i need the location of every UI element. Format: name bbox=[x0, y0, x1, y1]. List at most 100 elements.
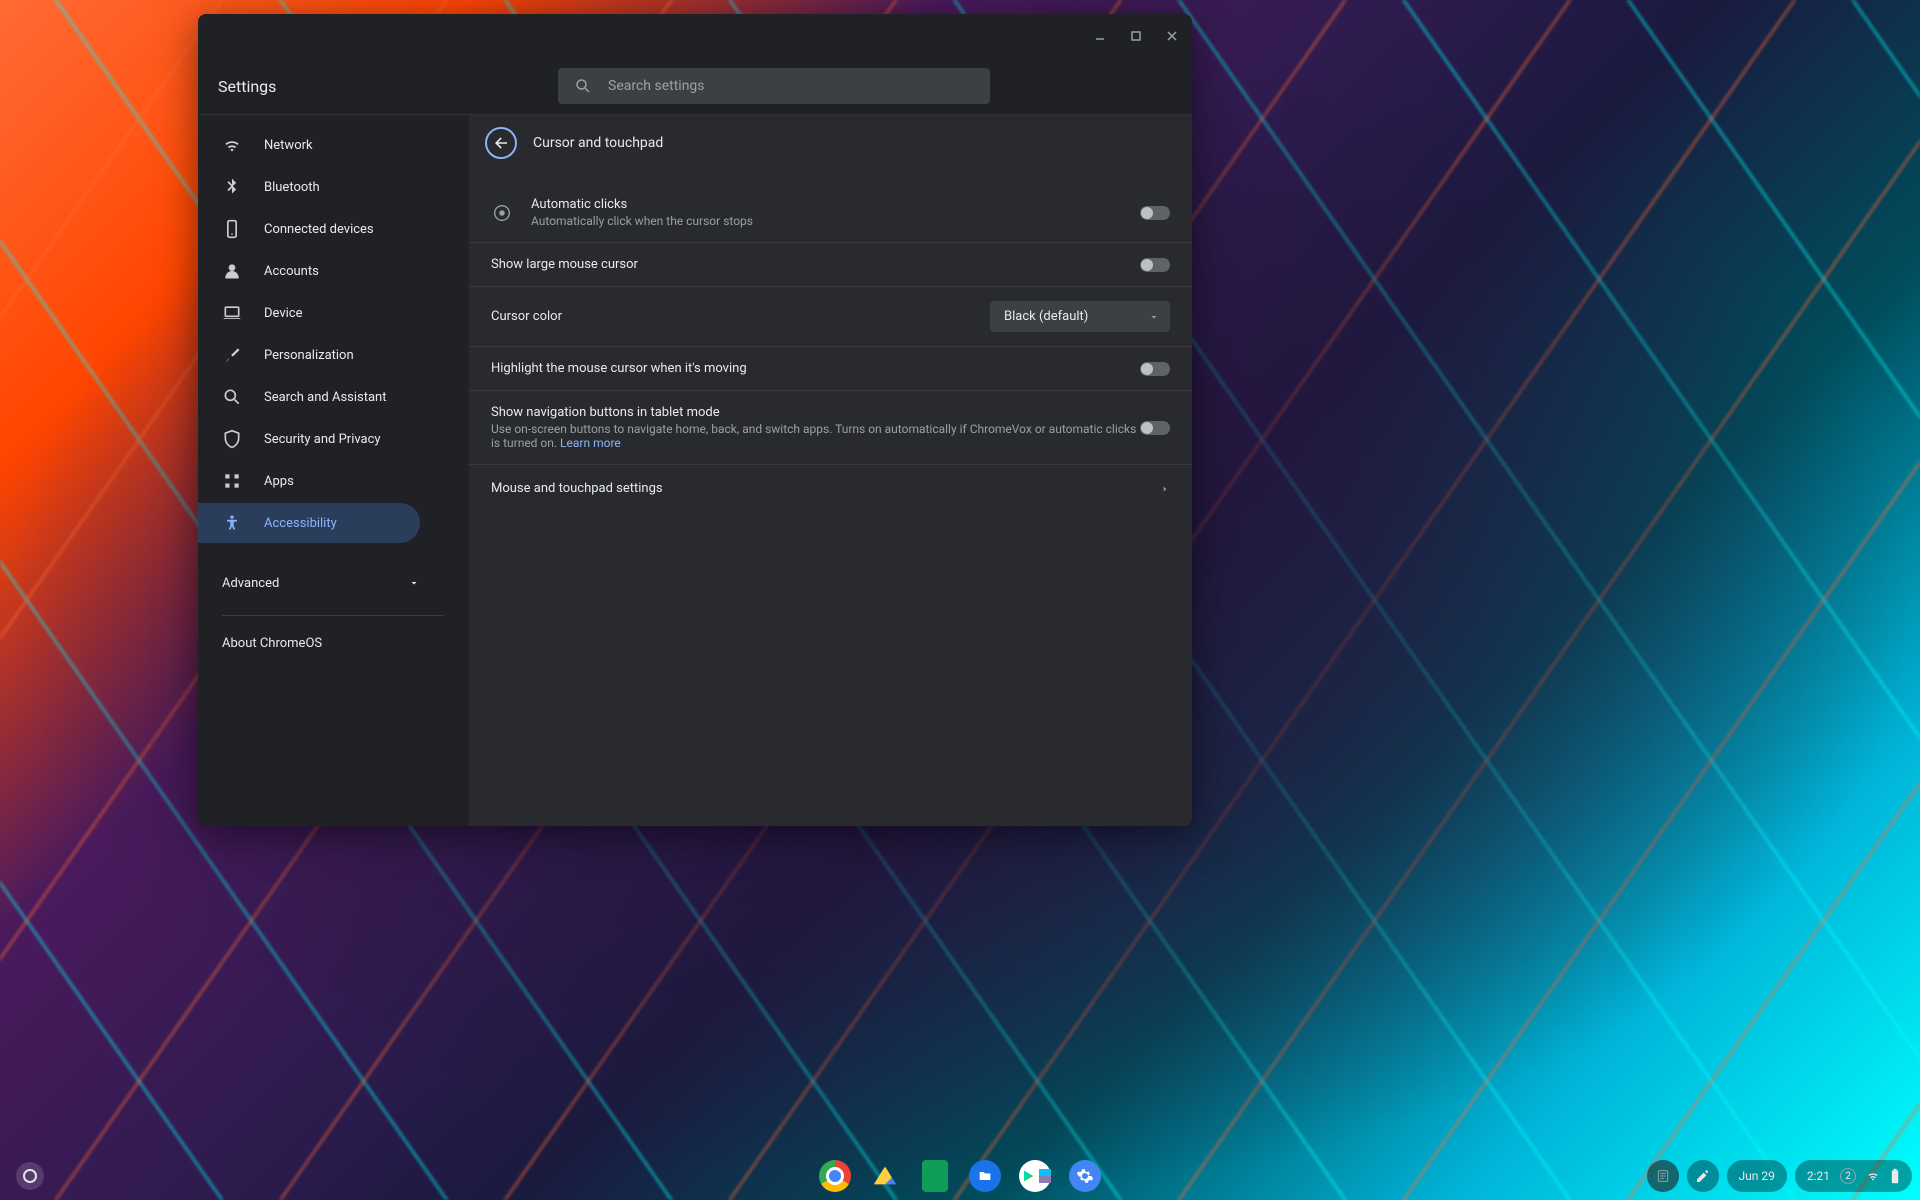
close-button[interactable] bbox=[1160, 24, 1184, 48]
setting-tablet-nav: Show navigation buttons in tablet mode U… bbox=[469, 391, 1192, 465]
search-input[interactable] bbox=[608, 78, 974, 94]
settings-list: Automatic clicks Automatically click whe… bbox=[469, 183, 1192, 512]
laptop-icon bbox=[222, 303, 242, 323]
launcher-button[interactable] bbox=[16, 1162, 44, 1190]
sheets-app-icon[interactable] bbox=[919, 1160, 951, 1192]
sidebar-item-label: Connected devices bbox=[264, 222, 374, 237]
chrome-app-icon[interactable] bbox=[819, 1160, 851, 1192]
sidebar-advanced[interactable]: Advanced bbox=[198, 559, 468, 607]
setting-title: Automatic clicks bbox=[531, 197, 1122, 212]
setting-mouse-touchpad[interactable]: Mouse and touchpad settings bbox=[469, 465, 1192, 512]
drive-app-icon[interactable] bbox=[869, 1160, 901, 1192]
sidebar-item-label: Apps bbox=[264, 474, 294, 489]
arrow-back-icon bbox=[492, 134, 510, 152]
sidebar-item-accounts[interactable]: Accounts bbox=[198, 251, 420, 291]
setting-title: Cursor color bbox=[491, 309, 562, 324]
back-button[interactable] bbox=[485, 127, 517, 159]
maximize-icon bbox=[1130, 30, 1142, 42]
files-app-icon[interactable] bbox=[969, 1160, 1001, 1192]
app-title: Settings bbox=[218, 77, 468, 96]
minimize-button[interactable] bbox=[1088, 24, 1112, 48]
play-store-app-icon[interactable] bbox=[1019, 1160, 1051, 1192]
settings-app-icon[interactable] bbox=[1069, 1160, 1101, 1192]
window-titlebar bbox=[198, 14, 1192, 58]
header-row: Settings bbox=[198, 58, 1192, 114]
minimize-icon bbox=[1094, 30, 1106, 42]
sidebar-item-accessibility[interactable]: Accessibility bbox=[198, 503, 420, 543]
toggle-highlight-cursor[interactable] bbox=[1140, 362, 1170, 376]
setting-highlight-cursor: Highlight the mouse cursor when it's mov… bbox=[469, 347, 1192, 391]
shelf-apps bbox=[819, 1160, 1101, 1192]
maximize-button[interactable] bbox=[1124, 24, 1148, 48]
chevron-right-icon bbox=[1160, 484, 1170, 494]
sidebar-item-personalization[interactable]: Personalization bbox=[198, 335, 420, 375]
sidebar-item-label: Accessibility bbox=[264, 516, 337, 531]
sidebar-item-label: Accounts bbox=[264, 264, 319, 279]
search-box[interactable] bbox=[558, 68, 990, 104]
sidebar-item-label: Bluetooth bbox=[264, 180, 320, 195]
battery-status-icon bbox=[1890, 1168, 1900, 1184]
sidebar-item-label: Search and Assistant bbox=[264, 390, 387, 405]
content-panel: Cursor and touchpad Automatic clicks Aut… bbox=[468, 115, 1192, 826]
search-icon bbox=[222, 387, 242, 407]
wifi-icon bbox=[222, 135, 242, 155]
target-icon bbox=[491, 202, 513, 224]
setting-title: Mouse and touchpad settings bbox=[491, 481, 663, 496]
advanced-label: Advanced bbox=[222, 576, 279, 591]
shield-icon bbox=[222, 429, 242, 449]
bluetooth-icon bbox=[222, 177, 242, 197]
close-icon bbox=[1166, 30, 1178, 42]
learn-more-link[interactable]: Learn more bbox=[560, 436, 621, 450]
sidebar-item-security-privacy[interactable]: Security and Privacy bbox=[198, 419, 420, 459]
sidebar-item-label: Personalization bbox=[264, 348, 354, 363]
cursor-color-select[interactable]: Black (default) bbox=[990, 301, 1170, 332]
sidebar-item-search-assistant[interactable]: Search and Assistant bbox=[198, 377, 420, 417]
window-controls bbox=[1088, 24, 1184, 48]
wifi-status-icon bbox=[1866, 1169, 1880, 1183]
toggle-tablet-nav[interactable] bbox=[1140, 421, 1170, 435]
accessibility-icon bbox=[222, 513, 242, 533]
setting-description: Use on-screen buttons to navigate home, … bbox=[491, 422, 1140, 450]
about-label: About ChromeOS bbox=[222, 636, 322, 651]
sidebar-item-apps[interactable]: Apps bbox=[198, 461, 420, 501]
tote-tray-icon[interactable] bbox=[1647, 1160, 1679, 1192]
setting-cursor-color: Cursor color Black (default) bbox=[469, 287, 1192, 347]
setting-text: Show navigation buttons in tablet mode U… bbox=[491, 405, 1140, 450]
sidebar-item-device[interactable]: Device bbox=[198, 293, 420, 333]
setting-text: Automatic clicks Automatically click whe… bbox=[531, 197, 1122, 228]
shelf: Jun 29 2:21 2 bbox=[0, 1152, 1920, 1200]
settings-window: Settings Network Bluetooth Connected dev… bbox=[198, 14, 1192, 826]
setting-large-cursor: Show large mouse cursor bbox=[469, 243, 1192, 287]
content-header: Cursor and touchpad bbox=[469, 115, 1192, 171]
setting-automatic-clicks: Automatic clicks Automatically click whe… bbox=[469, 183, 1192, 243]
setting-title: Show large mouse cursor bbox=[491, 257, 638, 272]
cursor-color-select-wrap: Black (default) bbox=[990, 301, 1170, 332]
status-tray[interactable]: 2:21 2 bbox=[1795, 1160, 1912, 1192]
sidebar-item-network[interactable]: Network bbox=[198, 125, 420, 165]
shelf-tray: Jun 29 2:21 2 bbox=[1647, 1160, 1912, 1192]
time-text: 2:21 bbox=[1807, 1169, 1830, 1183]
devices-icon bbox=[222, 219, 242, 239]
setting-title: Highlight the mouse cursor when it's mov… bbox=[491, 361, 747, 376]
setting-title: Show navigation buttons in tablet mode bbox=[491, 405, 1140, 420]
window-body: Network Bluetooth Connected devices Acco… bbox=[198, 114, 1192, 826]
person-icon bbox=[222, 261, 242, 281]
sidebar-item-label: Device bbox=[264, 306, 303, 321]
search-icon bbox=[574, 77, 592, 95]
notification-badge: 2 bbox=[1840, 1168, 1856, 1184]
stylus-tray-icon[interactable] bbox=[1687, 1160, 1719, 1192]
sidebar: Network Bluetooth Connected devices Acco… bbox=[198, 115, 468, 826]
date-text: Jun 29 bbox=[1739, 1169, 1775, 1183]
sidebar-item-bluetooth[interactable]: Bluetooth bbox=[198, 167, 420, 207]
date-tray[interactable]: Jun 29 bbox=[1727, 1160, 1787, 1192]
brush-icon bbox=[222, 345, 242, 365]
apps-icon bbox=[222, 471, 242, 491]
sidebar-about[interactable]: About ChromeOS bbox=[198, 624, 468, 663]
toggle-large-cursor[interactable] bbox=[1140, 258, 1170, 272]
sidebar-item-connected-devices[interactable]: Connected devices bbox=[198, 209, 420, 249]
sidebar-item-label: Security and Privacy bbox=[264, 432, 381, 447]
chevron-down-icon bbox=[408, 577, 420, 589]
page-title: Cursor and touchpad bbox=[533, 135, 663, 151]
sidebar-divider bbox=[222, 615, 444, 616]
toggle-automatic-clicks[interactable] bbox=[1140, 206, 1170, 220]
